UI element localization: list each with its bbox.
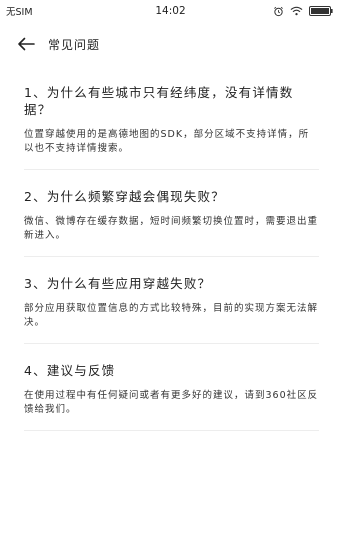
faq-answer: 在使用过程中有任何疑问或者有更多好的建议，请到360社区反馈给我们。 (24, 390, 319, 415)
status-bar: 无SIM 14:02 (0, 0, 341, 22)
page-title: 常见问题 (48, 37, 101, 52)
faq-question: 4、建议与反馈 (24, 363, 116, 378)
faq-answer: 部分应用获取位置信息的方式比较特殊，目前的实现方案无法解决。 (24, 303, 319, 328)
faq-question: 1、为什么有些城市只有经纬度，没有详情数据？ (24, 85, 294, 117)
faq-answer: 位置穿越使用的是高德地图的SDK，部分区域不支持详情，所以也不支持详情搜索。 (24, 129, 310, 154)
faq-item: 3、为什么有些应用穿越失败？ 部分应用获取位置信息的方式比较特殊，目前的实现方案… (24, 275, 319, 344)
app-bar: 常见问题 (0, 22, 341, 66)
faq-question: 2、为什么频繁穿越会偶现失败？ (24, 189, 225, 204)
back-button[interactable] (14, 32, 38, 56)
status-time: 14:02 (155, 5, 186, 17)
faq-item: 1、为什么有些城市只有经纬度，没有详情数据？ 位置穿越使用的是高德地图的SDK，… (24, 84, 319, 170)
faq-list: 1、为什么有些城市只有经纬度，没有详情数据？ 位置穿越使用的是高德地图的SDK，… (0, 66, 341, 431)
faq-item: 4、建议与反馈 在使用过程中有任何疑问或者有更多好的建议，请到360社区反馈给我… (24, 362, 319, 431)
faq-question: 3、为什么有些应用穿越失败？ (24, 276, 212, 291)
arrow-left-icon (18, 37, 35, 51)
faq-answer: 微信、微博存在缓存数据，短时间频繁切换位置时，需要退出重新进入。 (24, 216, 319, 241)
faq-item: 2、为什么频繁穿越会偶现失败？ 微信、微博存在缓存数据，短时间频繁切换位置时，需… (24, 188, 319, 257)
